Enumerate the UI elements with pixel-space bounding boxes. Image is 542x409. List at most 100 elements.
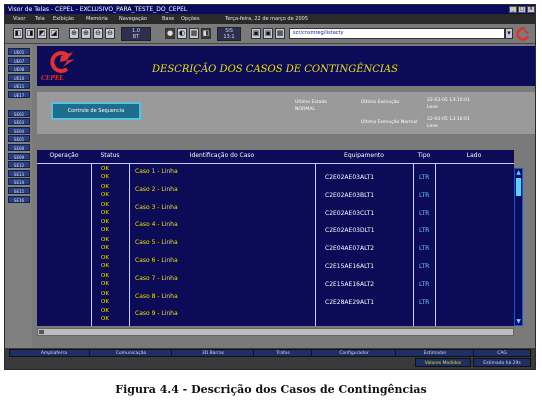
zoom-out-icon[interactable]: ⊖ <box>93 28 103 39</box>
sidebar-substation-button[interactable]: SE02 <box>8 109 30 117</box>
vertical-scrollbar[interactable]: ▲ ▼ <box>514 168 523 326</box>
last-execution-load: Leve <box>427 105 438 110</box>
half-circle-icon[interactable]: ◐ <box>177 28 187 39</box>
menu-visor[interactable]: Visor <box>13 14 25 24</box>
status-3d-barras[interactable]: 3D Barras <box>171 349 255 357</box>
status-ampliaferra[interactable]: Ampliaferra <box>9 349 99 357</box>
contingency-table: Operação Status Identificação do Caso Eq… <box>37 150 514 326</box>
menu-base[interactable]: Base <box>162 14 174 24</box>
last-state-label: Último Estado <box>295 100 328 105</box>
sidebar-substation-button[interactable]: SE15 <box>8 187 30 194</box>
sidebar-substation-button[interactable]: SE04 <box>8 126 30 134</box>
horizontal-scrollbar[interactable] <box>37 328 514 336</box>
minimize-button[interactable]: _ <box>509 6 517 13</box>
status-cag[interactable]: CAG <box>473 349 531 357</box>
status-comunicacao[interactable]: Comunicação <box>89 349 173 357</box>
sidebar-substation-button[interactable]: UE01 <box>8 48 30 55</box>
grid-icon[interactable]: ▦ <box>189 28 199 39</box>
last-normal-execution-value: 22-03-05 13:10:01 <box>427 117 470 122</box>
status-ok: OK <box>101 272 109 279</box>
sidebar-substation-button[interactable]: UE08 <box>8 65 30 73</box>
status-configurador[interactable]: Configurador <box>311 349 397 357</box>
status-ok: OK <box>101 237 109 244</box>
maximize-button[interactable]: □ <box>518 6 526 13</box>
sidebar-substation-button[interactable]: UE11 <box>8 82 30 90</box>
sequence-control-button[interactable]: Controle de Sequencia <box>51 102 141 120</box>
status-ok: OK <box>101 166 109 172</box>
record-icon[interactable]: ● <box>165 28 175 39</box>
application-window: Visor de Telas - CEPEL - EXCLUSIVO_PARA_… <box>4 4 536 370</box>
scroll-down-icon[interactable]: ▼ <box>515 318 522 325</box>
zoom-scale-unit: BT <box>132 34 140 40</box>
status-ok: OK <box>101 308 109 315</box>
equipment-id: C2E15AE16ALT1 <box>325 263 375 270</box>
sidebar: UE01 UE07 UE08 UE10 UE11 UE17 SE02 SE03 SE04 SE05… <box>5 44 32 348</box>
sidebar-substation-button[interactable]: UE07 <box>8 56 30 64</box>
system-scale[interactable]: SIS 13:1 <box>217 27 241 41</box>
case-id: Caso 5 - Linha <box>135 239 178 247</box>
menu-tela[interactable]: Tela <box>35 14 45 24</box>
sidebar-substation-button[interactable]: UE10 <box>8 73 30 81</box>
status-ok: OK <box>101 280 109 287</box>
status-ok: OK <box>101 219 109 226</box>
main-content: CEPEL DESCRIÇÃO DOS CASOS DE CONTINGÊNCI… <box>32 44 535 348</box>
status-ok: OK <box>101 316 109 323</box>
frame-2-icon[interactable]: ▣ <box>263 28 273 39</box>
tool-icon-4[interactable]: ◪ <box>49 28 59 39</box>
date-display: Terça-feira, 22 de março de 2005 <box>225 16 309 22</box>
status-ok: OK <box>101 255 109 261</box>
zoom-in-icon[interactable]: ⊕ <box>69 28 79 39</box>
zoom-scale[interactable]: 1.0 BT <box>121 27 151 41</box>
last-execution-value: 22-03-05 13:10:01 <box>427 98 470 103</box>
tool-icon-3[interactable]: ◩ <box>37 28 47 39</box>
equipment-id: C2E04AE07ALT2 <box>325 245 375 253</box>
system-scale-value: 13:1 <box>223 34 235 40</box>
execution-info-panel: Controle de Sequencia Último Estado NORM… <box>37 92 535 134</box>
scroll-up-icon[interactable]: ▲ <box>515 169 522 176</box>
sidebar-substation-button[interactable]: SE13 <box>8 169 30 177</box>
sidebar-substation-button[interactable]: SE08 <box>8 144 30 151</box>
menu-navegacao[interactable]: Navegação <box>119 14 147 24</box>
frame-icon[interactable]: ▣ <box>251 28 261 39</box>
zoom-out-2-icon[interactable]: ⊖ <box>105 28 115 39</box>
status-ok: OK <box>101 201 109 208</box>
sidebar-substation-button[interactable]: UE17 <box>8 91 30 98</box>
sidebar-substation-button[interactable]: SE12 <box>8 161 30 169</box>
equipment-type: LTR <box>419 174 430 181</box>
sidebar-substation-button[interactable]: SE03 <box>8 118 30 126</box>
last-execution-label: Última Execução <box>361 100 400 105</box>
sidebar-substation-button[interactable]: SE14 <box>8 178 30 186</box>
status-estimador[interactable]: Estimador <box>395 349 475 357</box>
status-trafos[interactable]: Trafos <box>253 349 313 357</box>
screen-path-input[interactable]: scr/cnsmreg/listacty <box>289 28 505 39</box>
scroll-thumb[interactable] <box>516 178 521 196</box>
equipment-id: C2E28AE29ALT1 <box>325 298 375 306</box>
equipment-id: C2E02AE03CLT1 <box>325 209 375 217</box>
toolbar: ◧ ◨ ◩ ◪ ⊕ ⊕ ⊖ ⊖ 1.0 BT ● ◐ ▦ ◧ SIS 13:1 … <box>5 24 535 44</box>
sidebar-substation-button[interactable]: SE05 <box>8 135 30 143</box>
table-icon[interactable]: ▦ <box>275 28 285 39</box>
menu-memoria[interactable]: Memória <box>86 14 108 24</box>
status-ok: OK <box>101 263 109 269</box>
panel-icon[interactable]: ◧ <box>201 28 211 39</box>
close-button[interactable]: X <box>527 6 535 13</box>
equipment-id: C2E15AE16ALT2 <box>325 280 375 288</box>
cepel-logo-large-icon <box>50 51 75 73</box>
equipment-type: LTR <box>419 227 430 235</box>
zoom-in-2-icon[interactable]: ⊕ <box>81 28 91 39</box>
equipment-id: C2E02AE03ALT1 <box>325 174 375 181</box>
equipment-type: LTR <box>419 280 430 288</box>
tool-icon-1[interactable]: ◧ <box>13 28 23 39</box>
sidebar-substation-button[interactable]: SE09 <box>8 152 30 160</box>
figure-caption: Figura 4.4 - Descrição dos Casos de Cont… <box>115 383 427 396</box>
status-ok: OK <box>101 298 109 305</box>
page-title: DESCRIÇÃO DOS CASOS DE CONTINGÊNCIAS <box>152 64 398 75</box>
menu-opcoes[interactable]: Opções <box>181 14 200 24</box>
sidebar-substation-button[interactable]: SE16 <box>8 195 30 203</box>
case-id: Caso 9 - Linha <box>135 310 178 318</box>
tool-icon-2[interactable]: ◨ <box>25 28 35 39</box>
status-ok: OK <box>101 290 109 297</box>
hscroll-left-icon[interactable] <box>39 330 44 334</box>
path-dropdown-icon[interactable]: ▾ <box>505 28 513 39</box>
menu-exibicao[interactable]: Exibição <box>53 14 74 24</box>
